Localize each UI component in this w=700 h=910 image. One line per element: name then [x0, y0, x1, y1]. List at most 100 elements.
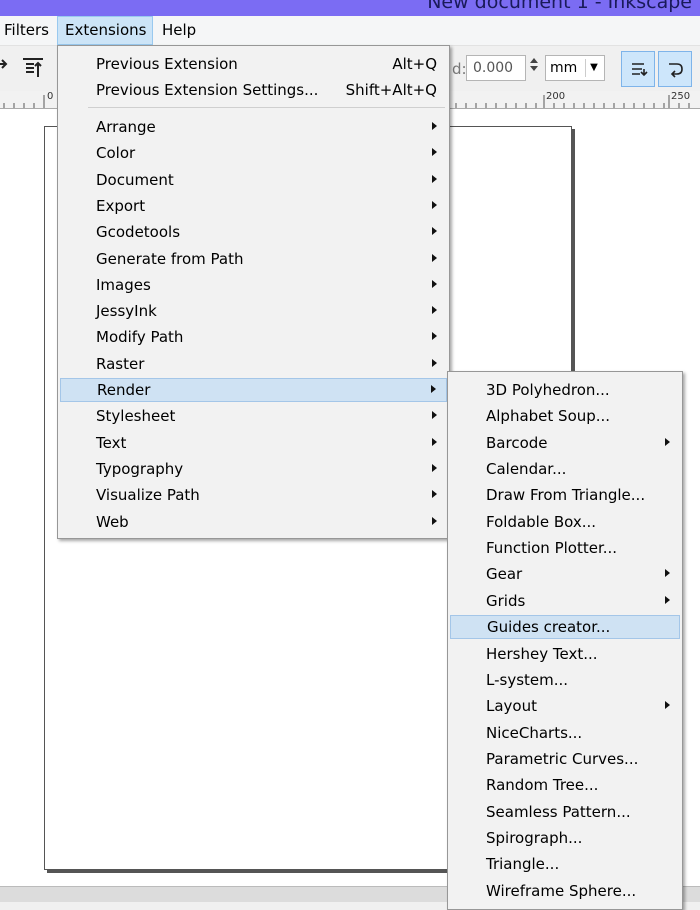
- menu-item-render[interactable]: Render: [60, 378, 447, 402]
- align-left-icon[interactable]: [0, 56, 10, 82]
- menu-item-label: Previous Extension Settings...: [96, 81, 319, 99]
- menu-item-label: Gcodetools: [96, 223, 181, 242]
- menu-item-label: Parametric Curves...: [486, 749, 639, 768]
- submenu-arrow-icon: [432, 148, 437, 157]
- submenu-item-hershey-text[interactable]: Hershey Text...: [450, 642, 680, 666]
- ruler-label: 250: [671, 91, 691, 102]
- value-input[interactable]: 0.000: [466, 55, 526, 81]
- toggle-button-2[interactable]: [658, 51, 692, 87]
- submenu-item-draw-from-triangle[interactable]: Draw From Triangle...: [450, 483, 680, 507]
- menu-help[interactable]: Help: [155, 16, 203, 45]
- toggle-button-1[interactable]: [621, 51, 655, 87]
- menu-item-label: Web: [96, 512, 129, 531]
- submenu-arrow-icon: [432, 174, 437, 183]
- menu-item-label: Random Tree...: [486, 776, 599, 795]
- submenu-item-parametric-curves[interactable]: Parametric Curves...: [450, 747, 680, 771]
- menu-item-label: Function Plotter...: [486, 539, 618, 558]
- menu-item-label: 3D Polyhedron...: [486, 381, 610, 399]
- menu-item-label: JessyInk: [96, 302, 157, 321]
- submenu-arrow-icon: [431, 385, 436, 393]
- menu-item-images[interactable]: Images: [60, 273, 447, 297]
- spin-up-icon[interactable]: [530, 58, 538, 63]
- submenu-item-spirograph[interactable]: Spirograph...: [450, 826, 680, 850]
- menu-item-modify-path[interactable]: Modify Path: [60, 325, 447, 349]
- menu-extensions[interactable]: Extensions: [57, 16, 153, 45]
- menu-item-label: Hershey Text...: [486, 644, 598, 663]
- menu-item-previous-extension-settings[interactable]: Previous Extension Settings... Shift+Alt…: [60, 78, 447, 102]
- menu-item-label: Alphabet Soup...: [486, 407, 611, 426]
- menu-item-label: Layout: [486, 697, 537, 716]
- submenu-arrow-icon: [432, 463, 437, 472]
- extensions-menu: Previous Extension Alt+Q Previous Extens…: [57, 45, 450, 539]
- menu-item-shortcut: Shift+Alt+Q: [345, 81, 437, 99]
- menu-item-label: Guides creator...: [487, 618, 611, 637]
- submenu-arrow-icon: [432, 490, 437, 499]
- submenu-item-alphabet-soup[interactable]: Alphabet Soup...: [450, 404, 680, 428]
- menu-item-label: Images: [96, 275, 151, 294]
- submenu-item-wireframe-sphere[interactable]: Wireframe Sphere...: [450, 879, 680, 903]
- title-bar: New document 1 - Inkscape: [0, 0, 700, 16]
- menu-extensions-label: Extensions: [65, 21, 147, 39]
- menu-item-visualize-path[interactable]: Visualize Path: [60, 483, 447, 507]
- spin-down-icon[interactable]: [530, 66, 538, 71]
- submenu-arrow-icon: [665, 569, 670, 578]
- menu-item-typography[interactable]: Typography: [60, 457, 447, 481]
- submenu-arrow-icon: [432, 279, 437, 288]
- menu-item-label: Draw From Triangle...: [486, 486, 646, 505]
- menu-item-gcodetools[interactable]: Gcodetools: [60, 220, 447, 244]
- submenu-arrow-icon: [665, 595, 670, 604]
- submenu-item-3d-polyhedron[interactable]: 3D Polyhedron...: [450, 378, 680, 402]
- menu-item-arrange[interactable]: Arrange: [60, 115, 447, 139]
- render-submenu: 3D Polyhedron... Alphabet Soup... Barcode C…: [447, 371, 683, 910]
- menu-item-label: Wireframe Sphere...: [486, 881, 637, 900]
- menu-help-label: Help: [162, 21, 197, 39]
- submenu-item-seamless-pattern[interactable]: Seamless Pattern...: [450, 800, 680, 824]
- submenu-arrow-icon: [665, 437, 670, 446]
- submenu-item-foldable-box[interactable]: Foldable Box...: [450, 510, 680, 534]
- menu-item-label: L-system...: [486, 670, 569, 689]
- field-label: d:: [452, 60, 467, 78]
- menu-item-document[interactable]: Document: [60, 168, 447, 192]
- submenu-arrow-icon: [432, 332, 437, 341]
- menu-item-label: Typography: [96, 459, 184, 478]
- submenu-item-l-system[interactable]: L-system...: [450, 668, 680, 692]
- menu-filters[interactable]: Filters: [0, 16, 56, 45]
- wrap-left-icon: [632, 63, 648, 77]
- menu-item-jessyink[interactable]: JessyInk: [60, 299, 447, 323]
- submenu-item-nicecharts[interactable]: NiceCharts...: [450, 721, 680, 745]
- menu-item-previous-extension[interactable]: Previous Extension Alt+Q: [60, 52, 447, 76]
- unit-select[interactable]: mm ▼: [545, 55, 605, 81]
- menu-item-export[interactable]: Export: [60, 194, 447, 218]
- submenu-item-triangle[interactable]: Triangle...: [450, 852, 680, 876]
- menu-item-stylesheet[interactable]: Stylesheet: [60, 404, 447, 428]
- menu-item-web[interactable]: Web: [60, 510, 447, 534]
- window-title: New document 1 - Inkscape: [427, 0, 692, 13]
- value-spinner[interactable]: [528, 55, 540, 81]
- menu-item-label: Stylesheet: [96, 407, 176, 426]
- menu-item-label: Foldable Box...: [486, 512, 597, 531]
- submenu-item-barcode[interactable]: Barcode: [450, 431, 680, 455]
- submenu-item-random-tree[interactable]: Random Tree...: [450, 773, 680, 797]
- submenu-item-guides-creator[interactable]: Guides creator...: [450, 615, 680, 640]
- submenu-item-function-plotter[interactable]: Function Plotter...: [450, 536, 680, 560]
- menu-item-color[interactable]: Color: [60, 141, 447, 165]
- menu-item-raster[interactable]: Raster: [60, 352, 447, 376]
- menu-item-generate-from-path[interactable]: Generate from Path: [60, 247, 447, 271]
- menu-item-label: Seamless Pattern...: [486, 802, 631, 821]
- menu-item-label: Grids: [486, 591, 526, 610]
- menu-item-text[interactable]: Text: [60, 431, 447, 455]
- submenu-item-calendar[interactable]: Calendar...: [450, 457, 680, 481]
- menu-filters-label: Filters: [4, 21, 49, 39]
- submenu-item-gear[interactable]: Gear: [450, 562, 680, 586]
- submenu-arrow-icon: [432, 122, 437, 130]
- menu-separator: [88, 107, 445, 108]
- menu-item-shortcut: Alt+Q: [392, 55, 437, 73]
- unit-select-value: mm: [550, 60, 578, 76]
- submenu-arrow-icon: [432, 411, 437, 420]
- submenu-item-layout[interactable]: Layout: [450, 694, 680, 718]
- submenu-arrow-icon: [665, 701, 670, 710]
- submenu-item-grids[interactable]: Grids: [450, 589, 680, 613]
- menu-item-label: Raster: [96, 354, 145, 373]
- menu-item-label: Calendar...: [486, 460, 567, 479]
- align-top-icon[interactable]: [20, 56, 46, 84]
